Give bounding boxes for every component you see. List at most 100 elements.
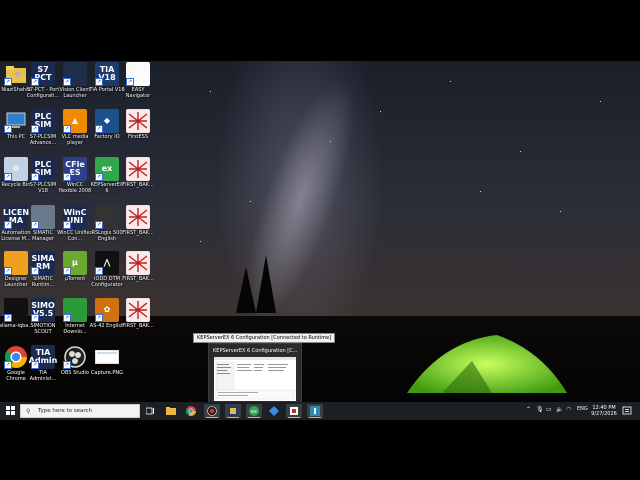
desktop-icon[interactable]: ↗ Vision Client Launcher xyxy=(57,62,93,108)
ess-diagram-icon xyxy=(126,298,150,322)
desktop-icon[interactable]: PLC SIM ↗ S7-PLCSIM Advance... xyxy=(25,109,61,155)
windows-start-icon[interactable] xyxy=(3,405,17,417)
shortcut-arrow-icon: ↗ xyxy=(4,314,12,322)
shortcut-arrow-icon: ↗ xyxy=(95,314,103,322)
desktop-icon-label: S7-PCT - Port Configurati... xyxy=(26,87,60,99)
desktop-icon[interactable]: FirstESS xyxy=(120,109,156,155)
desktop-icon[interactable]: FIRST_BAK... xyxy=(120,298,156,344)
plcsim-icon: PLC SIM ↗ xyxy=(31,157,55,181)
chrome-taskbar-icon[interactable] xyxy=(183,404,199,418)
shortcut-arrow-icon: ↗ xyxy=(63,361,71,369)
wincc-unified-icon: WinC UNI ↗ xyxy=(63,205,87,229)
network-icon[interactable]: ▭ xyxy=(546,406,552,413)
desktop-icon[interactable]: FIRST_BAK... xyxy=(120,251,156,297)
input-language[interactable]: ENG xyxy=(577,406,588,412)
desktop-icon[interactable]: TIA Admin ↗ TIA Administ... xyxy=(25,345,61,391)
desktop-icon-label: FIRST_BAK... xyxy=(122,276,154,282)
tray-chevron-up-icon[interactable]: ⌃ xyxy=(526,406,531,413)
taskbar-window-preview[interactable]: KEPServerEX 6 Configuration [C... xyxy=(208,343,302,405)
shortcut-arrow-icon: ↗ xyxy=(95,221,103,229)
tia-admin-icon: TIA Admin ↗ xyxy=(29,345,57,369)
desktop-icon-label: FIRST_BAK... xyxy=(122,230,154,236)
desktop-icon[interactable]: PLC SIM ↗ S7-PLCSIM V18 xyxy=(25,157,61,203)
ess-diagram-icon xyxy=(126,109,150,133)
as42-icon: ✿ ↗ xyxy=(95,298,119,322)
desktop-icon-label: FirstESS xyxy=(127,134,149,140)
desktop-icon[interactable]: SIMO V5.5 ↗ SIMOTION SCOUT xyxy=(25,298,61,344)
clock-date: 9/27/2026 xyxy=(591,411,617,417)
shortcut-arrow-icon: ↗ xyxy=(95,173,103,181)
taskbar-clock[interactable]: 12:40 PM 9/27/2026 xyxy=(590,405,618,417)
desktop-icon[interactable]: ✲ ↗ EASY Navigator xyxy=(120,62,156,108)
obs-icon: ↗ xyxy=(63,345,87,369)
file-explorer-taskbar-icon[interactable] xyxy=(163,404,179,418)
shortcut-arrow-icon: ↗ xyxy=(95,267,103,275)
app-taskbar-icon-3[interactable] xyxy=(307,404,323,418)
app-taskbar-icon-2[interactable] xyxy=(286,404,302,418)
desktop-icon-label: FIRST_BAK... xyxy=(122,323,154,329)
shortcut-arrow-icon: ↗ xyxy=(63,173,71,181)
factory-io-taskbar-icon[interactable] xyxy=(266,404,282,418)
taskbar-search-box[interactable]: ⚲ Type here to search xyxy=(20,404,140,418)
desktop-icon-label: Vision Client Launcher xyxy=(59,87,91,99)
shortcut-arrow-icon: ↗ xyxy=(95,78,103,86)
desktop-icon[interactable]: SIMA RM ↗ SIMATIC Runtim... xyxy=(25,251,61,297)
tent-illustration xyxy=(407,335,567,393)
desktop-icon-label: VLC media player xyxy=(61,134,89,146)
shortcut-arrow-icon: ↗ xyxy=(31,125,39,133)
desktop-icon[interactable]: Capture.PNG xyxy=(89,345,125,391)
shortcut-arrow-icon: ↗ xyxy=(63,314,71,322)
desktop-icon[interactable]: µ ↗ µTorrent xyxy=(57,251,93,297)
desktop-icon-label: SIMATIC Manager xyxy=(32,230,54,242)
shortcut-arrow-icon: ↗ xyxy=(63,78,71,86)
microphone-icon[interactable]: 🎙 xyxy=(536,406,544,413)
desktop-icon[interactable]: CFle ES ↗ WinCC flexible 2008 xyxy=(57,157,93,203)
utorrent-icon: µ ↗ xyxy=(63,251,87,275)
shortcut-arrow-icon: ↗ xyxy=(4,125,12,133)
simatic-manager-icon: ↗ xyxy=(31,205,55,229)
app-taskbar-icon-1[interactable] xyxy=(204,404,220,418)
shortcut-arrow-icon: ↗ xyxy=(31,314,39,322)
shortcut-arrow-icon: ↗ xyxy=(31,267,39,275)
vision-client-icon: ↗ xyxy=(63,62,87,86)
desktop-icon-label: FIRST_BAK... xyxy=(122,182,154,188)
task-view-icon[interactable] xyxy=(142,404,158,418)
simotion-icon: SIMO V5.5 ↗ xyxy=(31,298,55,322)
vlc-icon: ▲ ↗ xyxy=(63,109,87,133)
simatic-runtime-icon: SIMA RM ↗ xyxy=(31,251,55,275)
desktop-icon-label: WinCC flexible 2008 xyxy=(58,182,92,194)
desktop-icon[interactable]: ↗ SIMATIC Manager xyxy=(25,205,61,251)
iodd-icon: ⋀ ↗ xyxy=(95,251,119,275)
shortcut-arrow-icon: ↗ xyxy=(31,361,39,369)
desktop-icon[interactable]: FIRST_BAK... xyxy=(120,157,156,203)
letterbox-top xyxy=(0,0,640,61)
search-placeholder: Type here to search xyxy=(38,408,93,414)
desktop-icon-label: SIMATIC Runtim... xyxy=(31,276,55,288)
volume-icon[interactable]: 🔈 xyxy=(556,406,563,413)
desktop-icon[interactable]: S7 PCT ↗ S7-PCT - Port Configurati... xyxy=(25,62,61,108)
notification-center-icon[interactable] xyxy=(622,406,632,416)
preview-title: KEPServerEX 6 Configuration [C... xyxy=(213,348,298,354)
easy-navigator-icon: ✲ ↗ xyxy=(126,62,150,86)
wincc-flexible-icon: CFle ES ↗ xyxy=(63,157,87,181)
desktop-icon-label: EASY Navigator xyxy=(125,87,151,99)
kepserver-icon: ex ↗ xyxy=(95,157,119,181)
desktop-icon-label: TIA Administ... xyxy=(29,370,57,382)
desktop-icon[interactable]: ▲ ↗ VLC media player xyxy=(57,109,93,155)
desktop-icon[interactable]: WinC UNI ↗ WinCC Unified Con... xyxy=(57,205,93,251)
desktop-icon-label: Capture.PNG xyxy=(90,370,124,376)
preview-thumbnail[interactable] xyxy=(214,357,296,401)
desktop-icon-label: OBS Studio xyxy=(61,370,89,376)
desktop-icon[interactable]: ↗ Internet Downlo... xyxy=(57,298,93,344)
factory-io-icon: ◆ ↗ xyxy=(95,109,119,133)
tia-taskbar-icon[interactable] xyxy=(225,404,241,418)
desktop-icon-label: S7-PLCSIM Advance... xyxy=(29,134,57,146)
desktop-icon[interactable]: FIRST_BAK... xyxy=(120,205,156,251)
letterbox-bottom xyxy=(0,420,640,480)
idm-icon: ↗ xyxy=(63,298,87,322)
plcsim-advanced-icon: PLC SIM ↗ xyxy=(31,109,55,133)
shortcut-arrow-icon: ↗ xyxy=(4,267,12,275)
kepserver-taskbar-icon[interactable]: ex xyxy=(246,404,262,418)
wifi-icon[interactable]: ◠ xyxy=(566,406,571,413)
desktop-icon[interactable]: ↗ OBS Studio xyxy=(57,345,93,391)
